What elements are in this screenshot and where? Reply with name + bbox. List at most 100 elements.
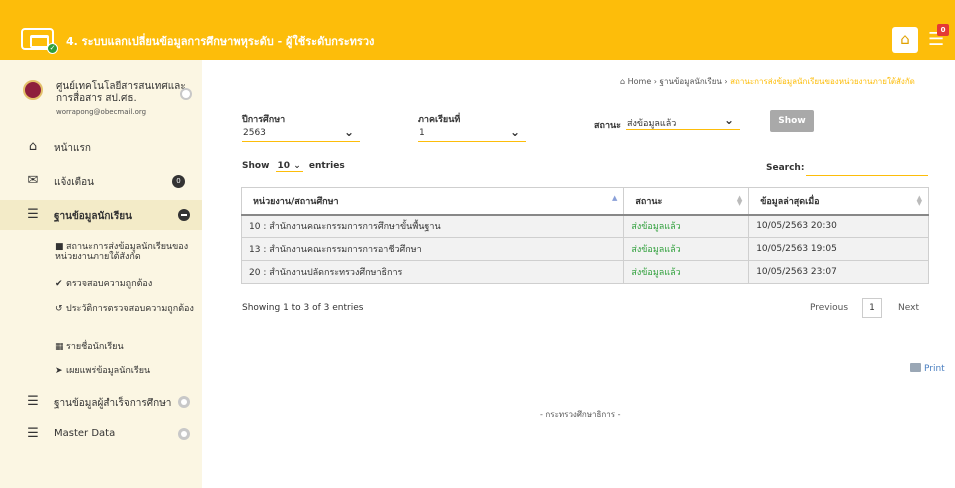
- app-title: 4. ระบบแลกเปลี่ยนข้อมูลการศึกษาพหุระดับ …: [66, 35, 375, 48]
- table-row[interactable]: 10 : สำนักงานคณะกรรมการการศึกษาขั้นพื้นฐ…: [240, 214, 929, 238]
- term-select[interactable]: 1 ⌄: [418, 124, 526, 142]
- notification-count-badge: 0: [172, 175, 185, 188]
- home-icon: ⌂: [28, 139, 38, 154]
- cell-last-updated: 10/05/2563 23:07: [748, 260, 929, 284]
- page-length-select[interactable]: 10 ⌄: [275, 161, 303, 172]
- cell-status: ส่งข้อมูลแล้ว: [623, 237, 750, 261]
- home-button[interactable]: ⌂: [892, 27, 918, 53]
- status-table: หน่วยงาน/สถานศึกษา ▲ สถานะ ▲ ▼ ข้อมูลล่าสุด…: [240, 187, 929, 284]
- profile-toggle-icon[interactable]: [180, 88, 192, 100]
- sidebar-item-notifications[interactable]: ✉ แจ้งเตือน 0: [0, 166, 202, 196]
- sidebar-item-home[interactable]: ⌂ หน้าแรก: [0, 132, 202, 162]
- org-logo-avatar: [23, 80, 43, 100]
- status-select-value: ส่งข้อมูลแล้ว: [627, 119, 677, 129]
- page-1-button[interactable]: 1: [862, 298, 882, 318]
- year-select-value: 2563: [243, 128, 266, 138]
- online-check-icon: ✓: [47, 43, 58, 54]
- sidebar-item-label: หน้าแรก: [54, 143, 91, 154]
- sidebar-subitem-student-list[interactable]: ▦ รายชื่อนักเรียน: [55, 342, 195, 352]
- send-icon: ➤: [55, 366, 63, 376]
- chevron-down-icon: ⌄: [343, 125, 354, 139]
- breadcrumb-home-link[interactable]: Home: [628, 77, 652, 86]
- database-icon: ☰: [27, 426, 39, 441]
- home-icon: ⌂: [900, 30, 910, 48]
- printer-icon: [910, 363, 921, 372]
- cell-organization: 20 : สำนักงานปลัดกระทรวงศึกษาธิการ: [240, 260, 625, 284]
- sort-icon: ▲ ▼: [736, 194, 743, 207]
- top-header: ✓ 4. ระบบแลกเปลี่ยนข้อมูลการศึกษาพหุระดั…: [0, 0, 955, 60]
- status-label: สถานะ: [594, 121, 621, 131]
- expand-icon[interactable]: [178, 396, 190, 408]
- notification-count-badge: 0: [937, 24, 949, 36]
- chevron-down-icon: ⌄: [293, 161, 301, 171]
- search-input[interactable]: [806, 160, 928, 176]
- collapse-icon[interactable]: [178, 209, 190, 221]
- sidebar-subitem-publish[interactable]: ➤ เผยแพร่ข้อมูลนักเรียน: [55, 366, 195, 376]
- sidebar-item-graduate-database[interactable]: ☰ ฐานข้อมูลผู้สำเร็จการศึกษา: [0, 387, 202, 417]
- table-row[interactable]: 13 : สำนักงานคณะกรรมการการอาชีวศึกษา ส่ง…: [240, 237, 929, 261]
- column-header-label: หน่วยงาน/สถานศึกษา: [253, 196, 339, 207]
- sort-icon: ▲ ▼: [916, 194, 922, 207]
- sidebar-item-label: แจ้งเตือน: [54, 177, 94, 188]
- page-length-suffix: entries: [308, 161, 345, 171]
- sidebar-item-master-data[interactable]: ☰ Master Data: [0, 419, 202, 449]
- cell-last-updated: 10/05/2563 19:05: [748, 237, 929, 261]
- expand-icon[interactable]: [178, 428, 190, 440]
- notifications-button[interactable]: ☰ 0: [924, 24, 949, 54]
- database-icon: ☰: [27, 394, 39, 409]
- breadcrumb: ⌂ Home › ฐานข้อมูลนักเรียน › สถานะการส่ง…: [620, 77, 915, 86]
- sidebar-item-label: Master Data: [54, 428, 116, 439]
- table-row[interactable]: 20 : สำนักงานปลัดกระทรวงศึกษาธิการ ส่งข้…: [240, 260, 929, 284]
- next-page-button[interactable]: Next: [898, 303, 919, 313]
- breadcrumb-section-link[interactable]: ฐานข้อมูลนักเรียน: [660, 77, 722, 86]
- sidebar: ศูนย์เทคโนโลยีสารสนเทศและการสื่อสาร สป.ศ…: [0, 60, 202, 488]
- column-header-status[interactable]: สถานะ ▲ ▼: [623, 187, 750, 216]
- square-icon: ■: [55, 242, 64, 252]
- sidebar-item-label: ฐานข้อมูลผู้สำเร็จการศึกษา: [54, 398, 172, 409]
- term-select-value: 1: [419, 128, 425, 138]
- sort-asc-icon: ▲: [611, 194, 618, 202]
- database-icon: ☰: [27, 207, 39, 222]
- previous-page-button[interactable]: Previous: [810, 303, 848, 313]
- table-info: Showing 1 to 3 of 3 entries: [242, 303, 364, 313]
- column-header-organization[interactable]: หน่วยงาน/สถานศึกษา ▲: [240, 187, 625, 216]
- print-button[interactable]: Print: [910, 363, 945, 374]
- sidebar-subitem-label: ตรวจสอบความถูกต้อง: [66, 279, 153, 289]
- table-header-row: หน่วยงาน/สถานศึกษา ▲ สถานะ ▲ ▼ ข้อมูลล่าสุด…: [240, 187, 929, 216]
- page-length-control: Show 10 ⌄ entries: [242, 161, 345, 172]
- cell-last-updated: 10/05/2563 20:30: [748, 214, 929, 238]
- sidebar-subitem-label: ประวัติการตรวจสอบความถูกต้อง: [66, 304, 194, 314]
- org-email: worrapong@obecmail.org: [56, 108, 147, 116]
- year-select[interactable]: 2563 ⌄: [242, 124, 360, 142]
- status-select[interactable]: ส่งข้อมูลแล้ว ⌄: [626, 112, 740, 130]
- org-name: ศูนย์เทคโนโลยีสารสนเทศและการสื่อสาร สป.ศ…: [56, 81, 186, 104]
- chevron-down-icon: ⌄: [509, 125, 520, 139]
- sidebar-subitem-label: สถานะการส่งข้อมูลนักเรียนของหน่วยงานภายใ…: [55, 242, 189, 262]
- search-label: Search:: [766, 163, 805, 173]
- footer-text: - กระทรวงศึกษาธิการ -: [540, 410, 621, 419]
- print-label: Print: [924, 364, 945, 374]
- column-header-label: ข้อมูลล่าสุดเมื่อ: [760, 196, 820, 207]
- sidebar-subitem-validate[interactable]: ✔ ตรวจสอบความถูกต้อง: [55, 279, 195, 289]
- column-header-last-updated[interactable]: ข้อมูลล่าสุดเมื่อ ▲ ▼: [748, 187, 929, 216]
- history-icon: ↺: [55, 304, 63, 314]
- breadcrumb-current: สถานะการส่งข้อมูลนักเรียนของหน่วยงานภายใ…: [730, 77, 915, 86]
- page-length-value: 10: [277, 161, 291, 171]
- sidebar-subitem-label: รายชื่อนักเรียน: [66, 342, 124, 352]
- cell-status: ส่งข้อมูลแล้ว: [623, 260, 750, 284]
- sidebar-subitem-validation-history[interactable]: ↺ ประวัติการตรวจสอบความถูกต้อง: [55, 304, 195, 314]
- page-length-prefix: Show: [242, 161, 270, 171]
- table-icon: ▦: [55, 342, 64, 352]
- column-header-label: สถานะ: [635, 196, 663, 207]
- show-button[interactable]: Show: [770, 110, 814, 132]
- home-icon: ⌂: [620, 77, 626, 86]
- sidebar-subitem-label: เผยแพร่ข้อมูลนักเรียน: [66, 366, 151, 376]
- cell-organization: 10 : สำนักงานคณะกรรมการการศึกษาขั้นพื้นฐ…: [240, 214, 625, 238]
- sidebar-item-student-database[interactable]: ☰ ฐานข้อมูลนักเรียน: [0, 200, 202, 230]
- chevron-down-icon: ⌄: [723, 113, 734, 127]
- cell-organization: 13 : สำนักงานคณะกรรมการการอาชีวศึกษา: [240, 237, 625, 261]
- sidebar-item-label: ฐานข้อมูลนักเรียน: [54, 211, 132, 222]
- cell-status: ส่งข้อมูลแล้ว: [623, 214, 750, 238]
- envelope-icon: ✉: [27, 173, 39, 188]
- sidebar-subitem-submission-status[interactable]: ■ สถานะการส่งข้อมูลนักเรียนของหน่วยงานภาย…: [55, 242, 195, 262]
